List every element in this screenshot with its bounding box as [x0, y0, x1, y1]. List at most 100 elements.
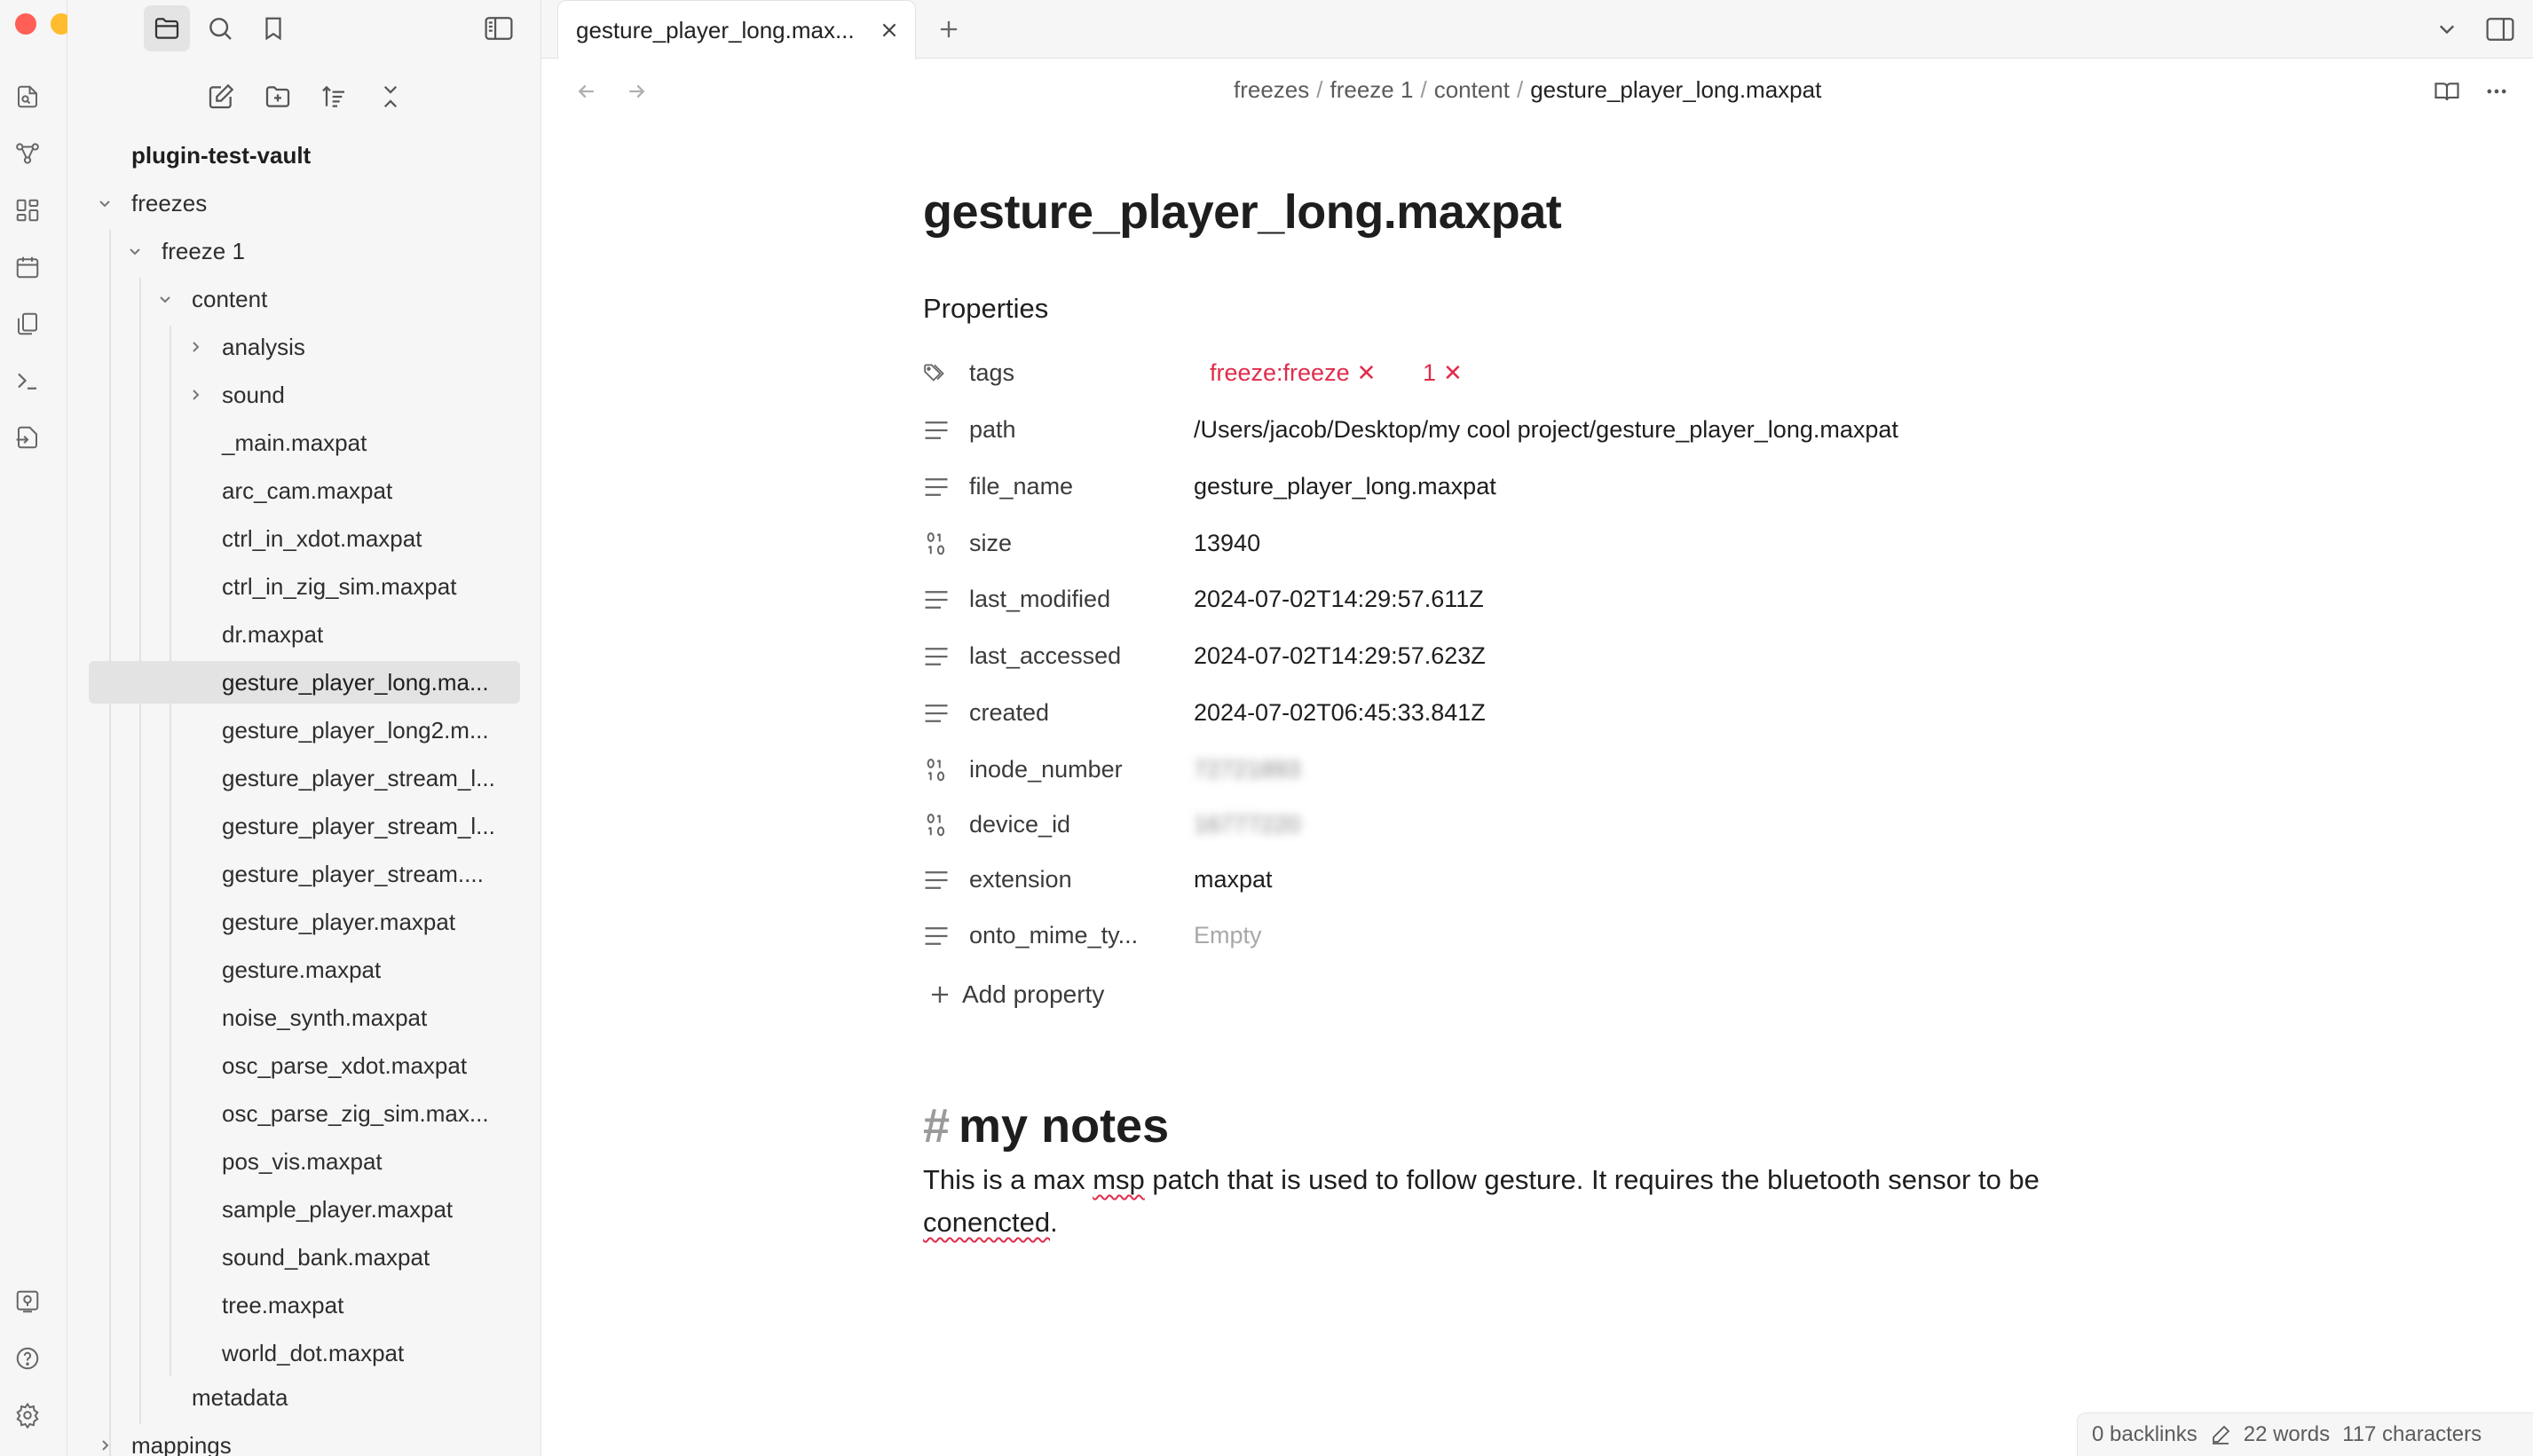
property-value[interactable]: 2024-07-02T06:45:33.841Z: [1194, 699, 1486, 727]
tree-file-metadata[interactable]: metadata: [192, 1376, 288, 1419]
tree-file[interactable]: arc_cam.maxpat: [222, 469, 392, 512]
reading-view-icon[interactable]: [2430, 75, 2464, 108]
property-row-onto-mime-type[interactable]: onto_mime_ty... Empty: [923, 910, 2166, 960]
window-close-button[interactable]: [15, 13, 36, 35]
tree-file[interactable]: noise_synth.maxpat: [222, 996, 427, 1039]
remove-tag-icon[interactable]: ✕: [1443, 359, 1463, 387]
settings-icon[interactable]: [9, 1397, 46, 1434]
tree-file[interactable]: osc_parse_zig_sim.max...: [222, 1092, 489, 1135]
file-explorer-sidebar: plugin-test-vault freezes freeze 1 conte…: [67, 0, 541, 1456]
note-title[interactable]: gesture_player_long.maxpat: [923, 185, 1562, 240]
sidebar-toggle-icon[interactable]: [476, 5, 522, 51]
breadcrumb-current[interactable]: gesture_player_long.maxpat: [1530, 76, 1821, 103]
collapse-all-icon[interactable]: [372, 78, 409, 115]
tags-icon: [923, 360, 950, 387]
property-value[interactable]: 2024-07-02T14:29:57.623Z: [1194, 642, 1486, 670]
search-icon[interactable]: [197, 5, 243, 51]
indent-guide: [139, 278, 141, 1424]
tab-list-chevron-icon[interactable]: [2430, 12, 2464, 46]
graph-view-icon[interactable]: [9, 135, 46, 172]
more-options-icon[interactable]: [2480, 75, 2513, 108]
property-row-last-accessed[interactable]: last_accessed 2024-07-02T14:29:57.623Z: [923, 631, 2166, 681]
tree-file[interactable]: sound_bank.maxpat: [222, 1236, 430, 1279]
property-row-device-id[interactable]: device_id 16777220: [923, 799, 2166, 849]
remove-tag-icon[interactable]: ✕: [1357, 359, 1377, 387]
bookmark-icon[interactable]: [250, 5, 296, 51]
import-icon[interactable]: [9, 419, 46, 456]
property-row-path[interactable]: path /Users/jacob/Desktop/my cool projec…: [923, 405, 2166, 454]
sort-icon[interactable]: [315, 78, 352, 115]
open-quick-switcher-icon[interactable]: [9, 78, 46, 115]
notes-heading[interactable]: # my notes: [923, 1098, 1169, 1153]
tab-title: gesture_player_long.max...: [576, 17, 855, 43]
new-note-icon[interactable]: [202, 78, 240, 115]
tree-folder-freezes[interactable]: freezes: [94, 182, 520, 224]
tree-file[interactable]: ctrl_in_zig_sim.maxpat: [222, 565, 456, 608]
note-body-paragraph[interactable]: This is a max msp patch that is used to …: [923, 1159, 2166, 1244]
property-value-empty[interactable]: Empty: [1194, 922, 1262, 949]
property-row-inode-number[interactable]: inode_number 72721893: [923, 744, 2166, 794]
breadcrumb-item[interactable]: freeze 1: [1330, 76, 1414, 103]
property-value[interactable]: maxpat: [1194, 866, 1273, 893]
daily-note-icon[interactable]: [9, 248, 46, 286]
tree-file[interactable]: sample_player.maxpat: [222, 1188, 453, 1231]
templates-icon[interactable]: [9, 305, 46, 342]
add-property-button[interactable]: Add property: [923, 980, 1104, 1009]
breadcrumb-item[interactable]: freezes: [1234, 76, 1309, 103]
backlinks-count[interactable]: 0 backlinks: [2092, 1422, 2198, 1447]
tree-file[interactable]: gesture_player.maxpat: [222, 901, 455, 943]
property-key: onto_mime_ty...: [969, 922, 1139, 948]
tag-chip[interactable]: freeze:freeze ✕: [1210, 359, 1376, 387]
property-row-extension[interactable]: extension maxpat: [923, 854, 2166, 904]
tree-file[interactable]: world_dot.maxpat: [222, 1332, 404, 1374]
tree-folder-freeze-1[interactable]: freeze 1: [124, 230, 520, 272]
number-property-icon: [923, 812, 950, 838]
tree-folder-sound[interactable]: sound: [185, 374, 520, 416]
tab-gesture-player-long[interactable]: gesture_player_long.max...: [557, 0, 916, 59]
properties-heading[interactable]: Properties: [923, 293, 1048, 325]
tree-file[interactable]: gesture_player_stream....: [222, 853, 484, 895]
property-value-redacted[interactable]: 72721893: [1194, 756, 1300, 783]
property-row-tags[interactable]: tags freeze:freeze ✕ 1 ✕: [923, 348, 2166, 397]
property-row-last-modified[interactable]: last_modified 2024-07-02T14:29:57.611Z: [923, 574, 2166, 624]
tag-chip[interactable]: 1 ✕: [1423, 359, 1463, 387]
property-row-created[interactable]: created 2024-07-02T06:45:33.841Z: [923, 688, 2166, 737]
forward-arrow-icon[interactable]: [621, 76, 651, 106]
tree-file[interactable]: gesture_player_stream_l...: [222, 757, 495, 799]
back-arrow-icon[interactable]: [572, 76, 602, 106]
tree-file[interactable]: osc_parse_xdot.maxpat: [222, 1044, 467, 1087]
canvas-icon[interactable]: [9, 192, 46, 229]
tree-file[interactable]: gesture.maxpat: [222, 948, 381, 991]
tree-file[interactable]: tree.maxpat: [222, 1284, 343, 1326]
property-row-size[interactable]: size 13940: [923, 518, 2166, 568]
new-tab-icon[interactable]: [932, 12, 966, 46]
tree-file-active[interactable]: gesture_player_long.ma...: [89, 661, 520, 704]
vault-name[interactable]: plugin-test-vault: [131, 134, 311, 177]
tree-folder-mappings[interactable]: mappings: [94, 1424, 520, 1456]
tree-folder-analysis[interactable]: analysis: [185, 326, 520, 368]
property-value[interactable]: gesture_player_long.maxpat: [1194, 473, 1496, 500]
tree-file[interactable]: pos_vis.maxpat: [222, 1140, 383, 1183]
edit-mode-icon[interactable]: [2210, 1424, 2231, 1445]
tree-file[interactable]: gesture_player_long2.m...: [222, 709, 489, 752]
help-icon[interactable]: [9, 1340, 46, 1377]
property-value[interactable]: 13940: [1194, 530, 1260, 557]
property-value[interactable]: 2024-07-02T14:29:57.611Z: [1194, 586, 1484, 613]
new-folder-icon[interactable]: [259, 78, 296, 115]
tree-item-label: freezes: [131, 189, 208, 216]
right-sidebar-toggle-icon[interactable]: [2482, 11, 2519, 48]
tree-item-label: sound: [222, 381, 285, 408]
property-row-file-name[interactable]: file_name gesture_player_long.maxpat: [923, 461, 2166, 511]
files-icon[interactable]: [144, 5, 190, 51]
tree-file[interactable]: gesture_player_stream_l...: [222, 805, 495, 847]
property-value[interactable]: /Users/jacob/Desktop/my cool project/ges…: [1194, 416, 1898, 444]
property-value-redacted[interactable]: 16777220: [1194, 811, 1300, 838]
tree-file[interactable]: _main.maxpat: [222, 421, 367, 464]
tree-folder-content[interactable]: content: [154, 278, 520, 320]
close-icon[interactable]: [876, 17, 903, 43]
vault-switcher-icon[interactable]: [9, 1283, 46, 1320]
tree-file[interactable]: dr.maxpat: [222, 613, 323, 656]
breadcrumb-item[interactable]: content: [1434, 76, 1510, 103]
tree-file[interactable]: ctrl_in_xdot.maxpat: [222, 517, 422, 560]
command-palette-icon[interactable]: [9, 362, 46, 399]
